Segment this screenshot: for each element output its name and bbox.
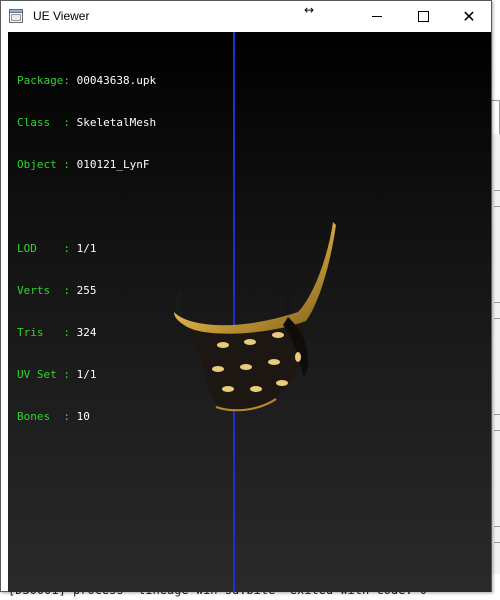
mesh-info-panel: Package: 00043638.upk Class : SkeletalMe… — [17, 46, 156, 452]
info-key: Verts : — [17, 284, 70, 297]
background-tick — [494, 414, 500, 415]
info-key: LOD : — [17, 242, 70, 255]
window-title: UE Viewer — [33, 9, 90, 23]
minimize-icon — [372, 16, 382, 17]
info-row-bones: Bones : 10 — [17, 410, 156, 424]
title-bar[interactable]: UE Viewer ↔ ✕ — [1, 1, 491, 32]
close-icon: ✕ — [462, 6, 476, 26]
info-key: Class : — [17, 116, 70, 129]
mask-mesh-render — [174, 222, 336, 412]
ue-viewer-window: UE Viewer ↔ ✕ Package: 00043638.upk Clas… — [0, 0, 492, 592]
minimize-button[interactable] — [354, 1, 400, 32]
info-row-object: Object : 010121_LynF — [17, 158, 156, 172]
background-tick — [494, 542, 500, 543]
maximize-button[interactable] — [400, 1, 446, 32]
info-spacer — [17, 200, 156, 214]
info-key: UV Set : — [17, 368, 70, 381]
info-row-class: Class : SkeletalMesh — [17, 116, 156, 130]
resize-horizontal-cursor-icon: ↔ — [304, 3, 315, 17]
info-row-lod: LOD : 1/1 — [17, 242, 156, 256]
verts-value: 255 — [76, 284, 97, 297]
info-key: Object : — [17, 158, 70, 171]
tris-value: 324 — [76, 326, 97, 339]
background-tick — [494, 206, 500, 207]
class-value: SkeletalMesh — [76, 116, 157, 129]
background-tick — [494, 430, 500, 431]
ue-viewer-app-icon — [9, 9, 23, 23]
close-button[interactable]: ✕ — [446, 1, 492, 32]
info-key: Bones : — [17, 410, 70, 423]
background-tick — [494, 302, 500, 303]
package-value: 00043638.upk — [76, 74, 157, 87]
uvset-value: 1/1 — [76, 368, 97, 381]
info-key: Tris : — [17, 326, 70, 339]
info-key: Package: — [17, 74, 70, 87]
lod-value: 1/1 — [76, 242, 97, 255]
background-tick — [494, 526, 500, 527]
info-row-tris: Tris : 324 — [17, 326, 156, 340]
info-row-verts: Verts : 255 — [17, 284, 156, 298]
object-value: 010121_LynF — [76, 158, 150, 171]
3d-viewport[interactable]: Package: 00043638.upk Class : SkeletalMe… — [8, 32, 491, 592]
bones-value: 10 — [76, 410, 90, 423]
maximize-icon — [417, 11, 429, 22]
background-tick — [494, 318, 500, 319]
info-row-uvset: UV Set : 1/1 — [17, 368, 156, 382]
info-row-package: Package: 00043638.upk — [17, 74, 156, 88]
background-scrollbar — [491, 134, 500, 574]
background-tick — [494, 190, 500, 191]
